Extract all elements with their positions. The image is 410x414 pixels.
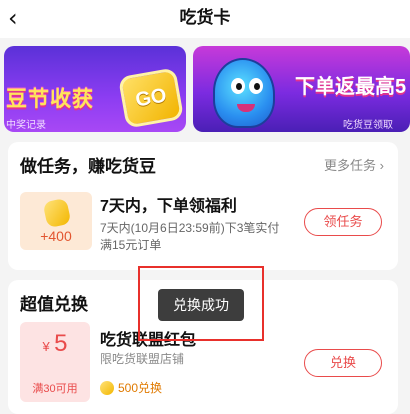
banner-harvest[interactable]: 豆节收获 中奖记录 GO bbox=[4, 46, 186, 132]
deal-section-title: 超值兑换 bbox=[20, 295, 88, 314]
more-tasks-link[interactable]: 更多任务 › bbox=[324, 155, 384, 174]
task-description: 7天内(10月6日23:59前)下3笔实付满15元订单 bbox=[100, 221, 280, 252]
mascot-eye-icon bbox=[249, 78, 263, 94]
mascot-mouth-icon bbox=[237, 104, 255, 112]
banner-rebate-title: 下单返最高5 bbox=[295, 76, 407, 98]
banner-harvest-sub: 中奖记录 bbox=[6, 120, 46, 131]
task-reward-amount: +400 bbox=[40, 228, 72, 244]
task-section-title: 做任务，赚吃货豆 bbox=[20, 157, 156, 176]
bean-coin-icon bbox=[100, 381, 114, 395]
claim-task-button[interactable]: 领任务 bbox=[304, 208, 382, 236]
task-reward-image: +400 bbox=[20, 192, 92, 250]
coupon-currency: ¥ bbox=[42, 339, 50, 354]
redeem-button[interactable]: 兑换 bbox=[304, 349, 382, 377]
banner-carousel[interactable]: 豆节收获 中奖记录 GO 下单返最高5 吃货豆领取 bbox=[0, 42, 410, 134]
bean-icon bbox=[42, 197, 72, 229]
coupon-image: ¥ 5 满30可用 bbox=[20, 322, 90, 402]
task-name: 7天内，下单领福利 bbox=[100, 198, 237, 215]
banner-order-rebate[interactable]: 下单返最高5 吃货豆领取 bbox=[193, 46, 410, 132]
deal-cost-text: 500兑换 bbox=[118, 381, 163, 395]
banner-rebate-sub: 吃货豆领取 bbox=[343, 120, 393, 131]
top-bar: 吃货卡 ‹ bbox=[0, 0, 410, 38]
deal-restriction: 限吃货联盟店铺 bbox=[100, 352, 185, 366]
task-card: 做任务，赚吃货豆 更多任务 › +400 7天内，下单领福利 7天内(10月6日… bbox=[8, 142, 398, 270]
coupon-value: 5 bbox=[54, 330, 68, 357]
back-arrow-icon[interactable]: ‹ bbox=[8, 4, 32, 32]
banner-harvest-title: 豆节收获 bbox=[6, 88, 94, 111]
mascot-icon bbox=[213, 58, 275, 128]
success-toast: 兑换成功 bbox=[158, 289, 244, 321]
go-badge-icon: GO bbox=[117, 67, 185, 129]
deal-cost: 500兑换 bbox=[100, 379, 162, 396]
mascot-eye-icon bbox=[231, 78, 245, 94]
coupon-amount: ¥ 5 bbox=[20, 330, 90, 358]
page-title: 吃货卡 bbox=[179, 8, 231, 27]
coupon-condition: 满30可用 bbox=[32, 383, 78, 395]
